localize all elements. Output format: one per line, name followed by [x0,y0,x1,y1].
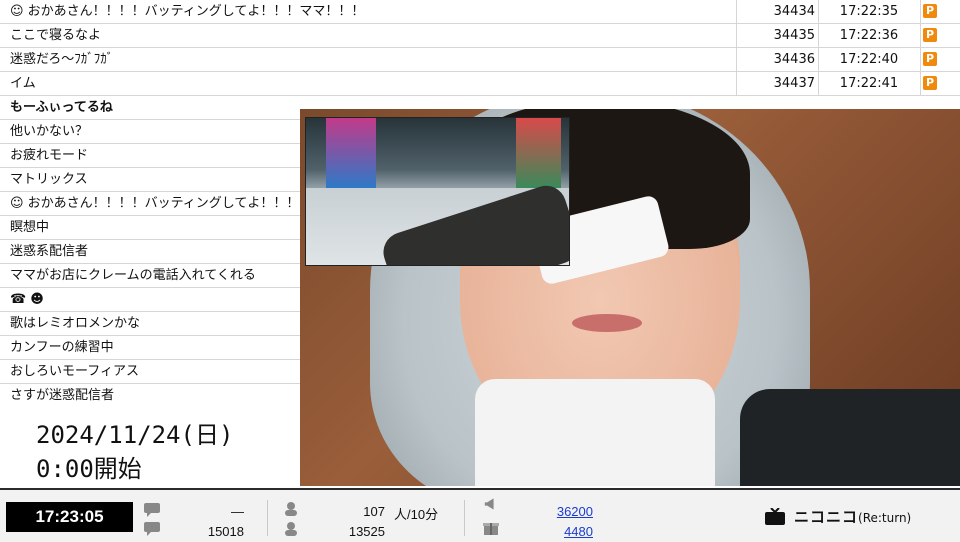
ad-megaphone-icon [484,498,494,510]
ad-points-link[interactable]: 36200 [520,504,593,519]
pip-shop-display [516,118,561,188]
viewers-rate-unit: 人/10分 [394,507,439,522]
broadcast-start-time: 0:00開始 [36,455,142,483]
viewers-rate: 107 [363,504,385,519]
comment-text: 歌はレミオロメンかな [10,312,140,335]
comment-message: おしろいモーフィアス [10,364,139,379]
comment-message: さすが迷惑配信者 [10,388,115,403]
comment-number: 34434 [736,0,819,23]
comment-text: お疲れモード [10,144,88,167]
comment-text: 迷惑だろ～ﾌｶﾞﾌｶﾞ [10,48,113,71]
comment-row[interactable]: イム 34437 17:22:41 P [0,72,960,96]
broadcast-date-overlay: 2024/11/24(日) 0:00開始 [0,405,300,487]
comment-text: ママがお店にクレームの電話入れてくれる [10,264,256,287]
comment-message: お疲れモード [10,148,89,163]
comments-recent: — [231,504,244,519]
gift-points-link[interactable]: 4480 [520,524,593,539]
logo-text: ニコニコ(Re:turn) [794,506,911,527]
jacket-shape [740,389,960,486]
mouth-shape [572,314,642,332]
pip-video[interactable] [305,117,570,266]
tv-icon [765,508,785,525]
logo-suffix: (Re:turn) [858,511,912,525]
comment-total-icon [144,522,160,536]
collar-shape [475,379,715,486]
comment-message: カンフーの練習中 [10,340,114,355]
comment-mark-cell: P [920,0,960,23]
premium-badge-icon: P [923,76,937,90]
comment-text: マトリックス [10,168,88,191]
viewers-icon [285,502,297,516]
comment-icon [144,503,160,517]
comment-message: ここで寝るなよ [10,28,102,43]
comment-row[interactable]: ここで寝るなよ 34435 17:22:36 P [0,24,960,48]
comment-message: 他いかない？ [10,124,89,139]
comment-text: ここで寝るなよ [10,24,101,47]
viewers-total: 13525 [348,524,385,539]
comment-text: カンフーの練習中 [10,336,114,359]
comment-text: ☺ おかあさん！！！！バッティングしてよ！！！ [10,192,299,215]
face-icon: ☺ [10,4,24,19]
comment-mark-cell: P [920,48,960,71]
comment-message: イム [10,76,36,91]
comment-text: 瞑想中 [10,216,49,239]
viewers-total-icon [285,522,297,536]
divider [267,500,268,536]
comments-total: 15018 [207,524,244,539]
comment-text: もーふぃってるね [10,96,113,119]
comment-message: 迷惑系配信者 [10,244,89,259]
premium-badge-icon: P [923,52,937,66]
comment-time: 17:22:41 [818,72,919,95]
broadcast-date: 2024/11/24(日) [36,421,234,449]
gift-icon [483,523,499,535]
comment-text: ☎ ☻ [10,288,48,311]
premium-badge-icon: P [923,4,937,18]
comment-text: 他いかない？ [10,120,88,143]
logo-name: ニコニコ [794,508,859,526]
current-time: 17:23:05 [6,502,133,532]
comment-row[interactable]: 迷惑だろ～ﾌｶﾞﾌｶﾞ 34436 17:22:40 P [0,48,960,72]
comment-text: 迷惑系配信者 [10,240,88,263]
divider [464,500,465,536]
comment-text: ☺ おかあさん！！！！バッティングしてよ！！！ママ！！！ [10,0,364,23]
comment-time: 17:22:40 [818,48,919,71]
comment-number: 34436 [736,48,819,71]
premium-badge-icon: P [923,28,937,42]
pip-shop-display [326,118,376,188]
comment-row[interactable]: ☺ おかあさん！！！！バッティングしてよ！！！ママ！！！ 34434 17:22:35… [0,0,960,24]
comment-message: おかあさん！！！！バッティングしてよ！！！ [27,196,300,211]
comment-message: おかあさん！！！！バッティングしてよ！！！ママ！！！ [27,4,365,19]
comment-number: 34437 [736,72,819,95]
comment-text: おしろいモーフィアス [10,360,139,383]
comment-number: 34435 [736,24,819,47]
comment-message: もーふぃってるね [10,100,113,115]
comment-mark-cell: P [920,72,960,95]
comment-message: ママがお店にクレームの電話入れてくれる [10,268,256,283]
comment-message: 瞑想中 [10,220,50,235]
comment-mark-cell: P [920,24,960,47]
comment-text: イム [10,72,36,95]
alien-icon: ☻ [30,292,44,307]
comment-message: 迷惑だろ～ﾌｶﾞﾌｶﾞ [10,52,114,67]
phone-icon: ☎ [10,292,27,307]
comment-time: 17:22:36 [818,24,919,47]
comment-message: 歌はレミオロメンかな [10,316,141,331]
comment-text: さすが迷惑配信者 [10,384,114,407]
comment-time: 17:22:35 [818,0,919,23]
face-icon: ☺ [10,196,24,211]
comment-message: マトリックス [10,172,88,187]
